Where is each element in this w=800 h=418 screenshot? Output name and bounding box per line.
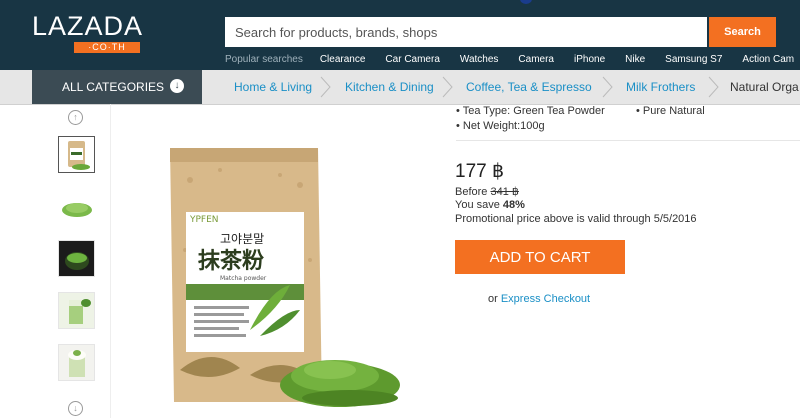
product-specs: • Tea Type: Green Tea Powder • Pure Natu… <box>456 104 705 134</box>
product-image[interactable]: YPFEN 고야분말 抹茶粉 Matcha powder <box>160 140 400 410</box>
divider <box>456 140 800 141</box>
thumbnail-2[interactable] <box>58 187 95 224</box>
all-categories-label: ALL CATEGORIES <box>62 80 165 94</box>
original-price: 341 ฿ <box>490 186 519 198</box>
express-checkout-link[interactable]: Express Checkout <box>501 293 590 305</box>
thumbnail-1[interactable] <box>58 136 95 173</box>
breadcrumb-milk-frothers[interactable]: Milk Frothers <box>626 70 695 104</box>
popular-tag[interactable]: Action Cam <box>742 54 794 65</box>
breadcrumb-kitchen-dining[interactable]: Kitchen & Dining <box>345 70 434 104</box>
breadcrumb-home-living[interactable]: Home & Living <box>234 70 312 104</box>
promo-note: Promotional price above is valid through… <box>455 213 697 225</box>
package-brand: YPFEN <box>189 215 219 225</box>
arrow-down-circle-icon: ↓ <box>170 79 184 93</box>
top-header: LAZADA ·CO·TH Search Popular searches Cl… <box>0 0 800 70</box>
breadcrumb-chevron-icon <box>708 76 719 98</box>
popular-searches: Popular searches Clearance Car Camera Wa… <box>225 52 800 66</box>
popular-searches-label: Popular searches <box>225 53 303 65</box>
uk-flag-icon[interactable] <box>520 0 532 4</box>
spec-pure-natural: • Pure Natural <box>636 105 705 117</box>
save-percent: 48% <box>502 199 525 211</box>
package-sub: Matcha powder <box>220 275 267 282</box>
express-prefix: or <box>488 293 498 305</box>
breadcrumb-chevron-icon <box>442 76 453 98</box>
popular-tag[interactable]: iPhone <box>574 54 605 65</box>
lazada-logo[interactable]: LAZADA ·CO·TH <box>32 13 143 53</box>
arrow-down-icon[interactable]: ↓ <box>68 401 83 416</box>
breadcrumb-chevron-icon <box>602 76 613 98</box>
savings-row: You save 48% <box>455 199 525 211</box>
before-price-row: Before 341 ฿ <box>455 185 519 198</box>
before-label: Before <box>455 186 488 198</box>
thumbnail-5[interactable] <box>58 344 95 381</box>
breadcrumb-chevron-icon <box>320 76 331 98</box>
thumbnail-4[interactable] <box>58 292 95 329</box>
popular-tag[interactable]: Watches <box>460 54 499 65</box>
all-categories-button[interactable]: ALL CATEGORIES ↓ <box>32 70 202 104</box>
category-bar: ALL CATEGORIES ↓ Home & Living Kitchen &… <box>0 70 800 105</box>
popular-tag[interactable]: Car Camera <box>385 54 439 65</box>
popular-tag[interactable]: Clearance <box>320 54 366 65</box>
popular-tag[interactable]: Nike <box>625 54 645 65</box>
popular-tag[interactable]: Samsung S7 <box>665 54 722 65</box>
save-label: You save <box>455 199 500 211</box>
spec-net-weight: • Net Weight:100g <box>456 120 545 132</box>
package-chinese: 抹茶粉 <box>198 249 264 274</box>
product-price: 177 ฿ <box>455 161 505 182</box>
search-button[interactable]: Search <box>709 17 776 47</box>
breadcrumb-coffee-tea[interactable]: Coffee, Tea & Espresso <box>466 70 592 104</box>
arrow-up-icon[interactable]: ↑ <box>68 110 83 125</box>
thumbnail-3[interactable] <box>58 240 95 277</box>
top-right-utilities <box>520 0 532 4</box>
logo-domain: ·CO·TH <box>74 42 140 53</box>
popular-tag[interactable]: Camera <box>518 54 554 65</box>
search-input[interactable] <box>225 17 707 47</box>
logo-text: LAZADA <box>32 11 144 41</box>
breadcrumb-current: Natural Orga <box>730 80 799 94</box>
express-checkout-row: or Express Checkout <box>488 293 590 305</box>
package-korean: 고야분말 <box>220 232 264 246</box>
spec-tea-type: • Tea Type: Green Tea Powder <box>456 105 605 117</box>
add-to-cart-button[interactable]: ADD TO CART <box>455 240 625 274</box>
